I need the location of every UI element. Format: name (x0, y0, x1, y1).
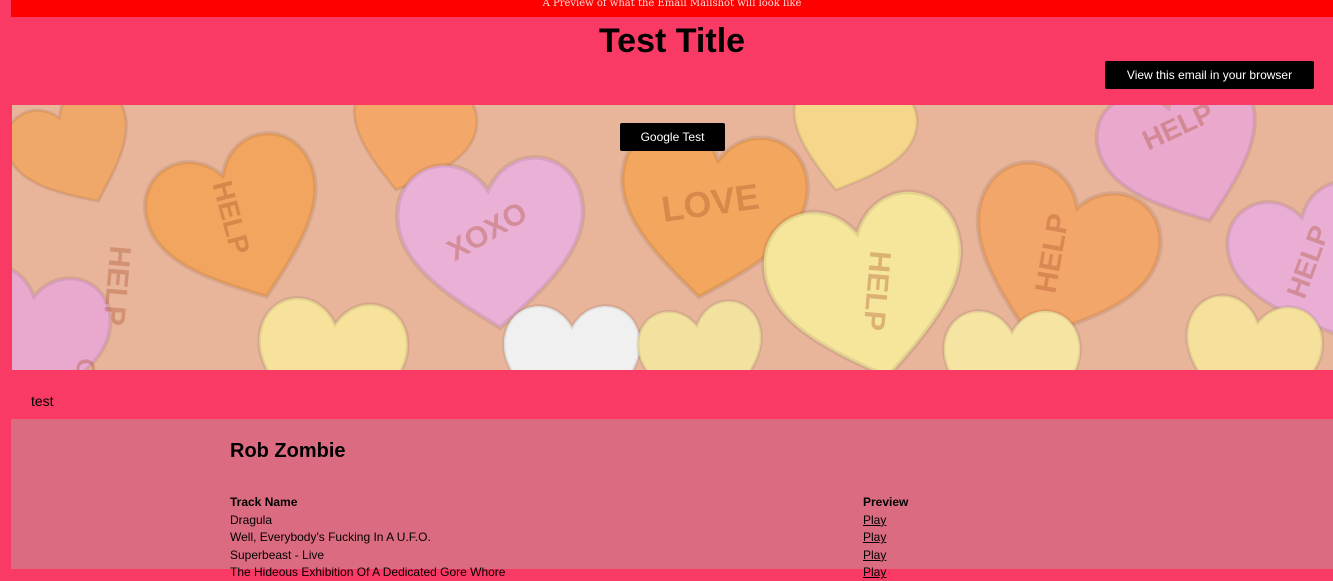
view-in-browser-button[interactable]: View this email in your browser (1105, 61, 1314, 89)
table-header-row: Track Name Preview (230, 493, 908, 511)
table-row: Well, Everybody's Fucking In A U.F.O. Pl… (230, 529, 908, 547)
intro-text: test (31, 393, 54, 409)
play-link[interactable]: Play (863, 530, 886, 544)
hero-banner: HELP XOXO HELP XOXO LOVE HELP HELP HELP … (12, 105, 1333, 370)
table-row: The Hideous Exhibition Of A Dedicated Go… (230, 564, 908, 581)
table-row: Superbeast - Live Play (230, 546, 908, 564)
play-link[interactable]: Play (863, 548, 886, 562)
header-track-name: Track Name (230, 493, 863, 511)
table-row: Dragula Play (230, 511, 908, 529)
track-name: Superbeast - Live (230, 546, 863, 564)
page-title: Test Title (11, 20, 1333, 62)
svg-text:HELP: HELP (97, 245, 137, 328)
preview-notice-text: A Preview of what the Email Mailshot wil… (543, 0, 802, 9)
artist-name: Rob Zombie (230, 440, 346, 463)
track-name: The Hideous Exhibition Of A Dedicated Go… (230, 564, 863, 581)
track-name: Dragula (230, 511, 863, 529)
play-link[interactable]: Play (863, 565, 886, 579)
tracks-table: Track Name Preview Dragula Play Well, Ev… (230, 493, 908, 581)
left-strip (0, 0, 11, 569)
svg-text:HELP: HELP (857, 250, 897, 333)
preview-notice-bar: A Preview of what the Email Mailshot wil… (11, 0, 1333, 17)
header-preview: Preview (863, 493, 908, 511)
play-link[interactable]: Play (863, 513, 886, 527)
google-test-button[interactable]: Google Test (620, 123, 725, 151)
tracks-panel: Rob Zombie Track Name Preview Dragula Pl… (11, 419, 1333, 569)
track-name: Well, Everybody's Fucking In A U.F.O. (230, 529, 863, 547)
